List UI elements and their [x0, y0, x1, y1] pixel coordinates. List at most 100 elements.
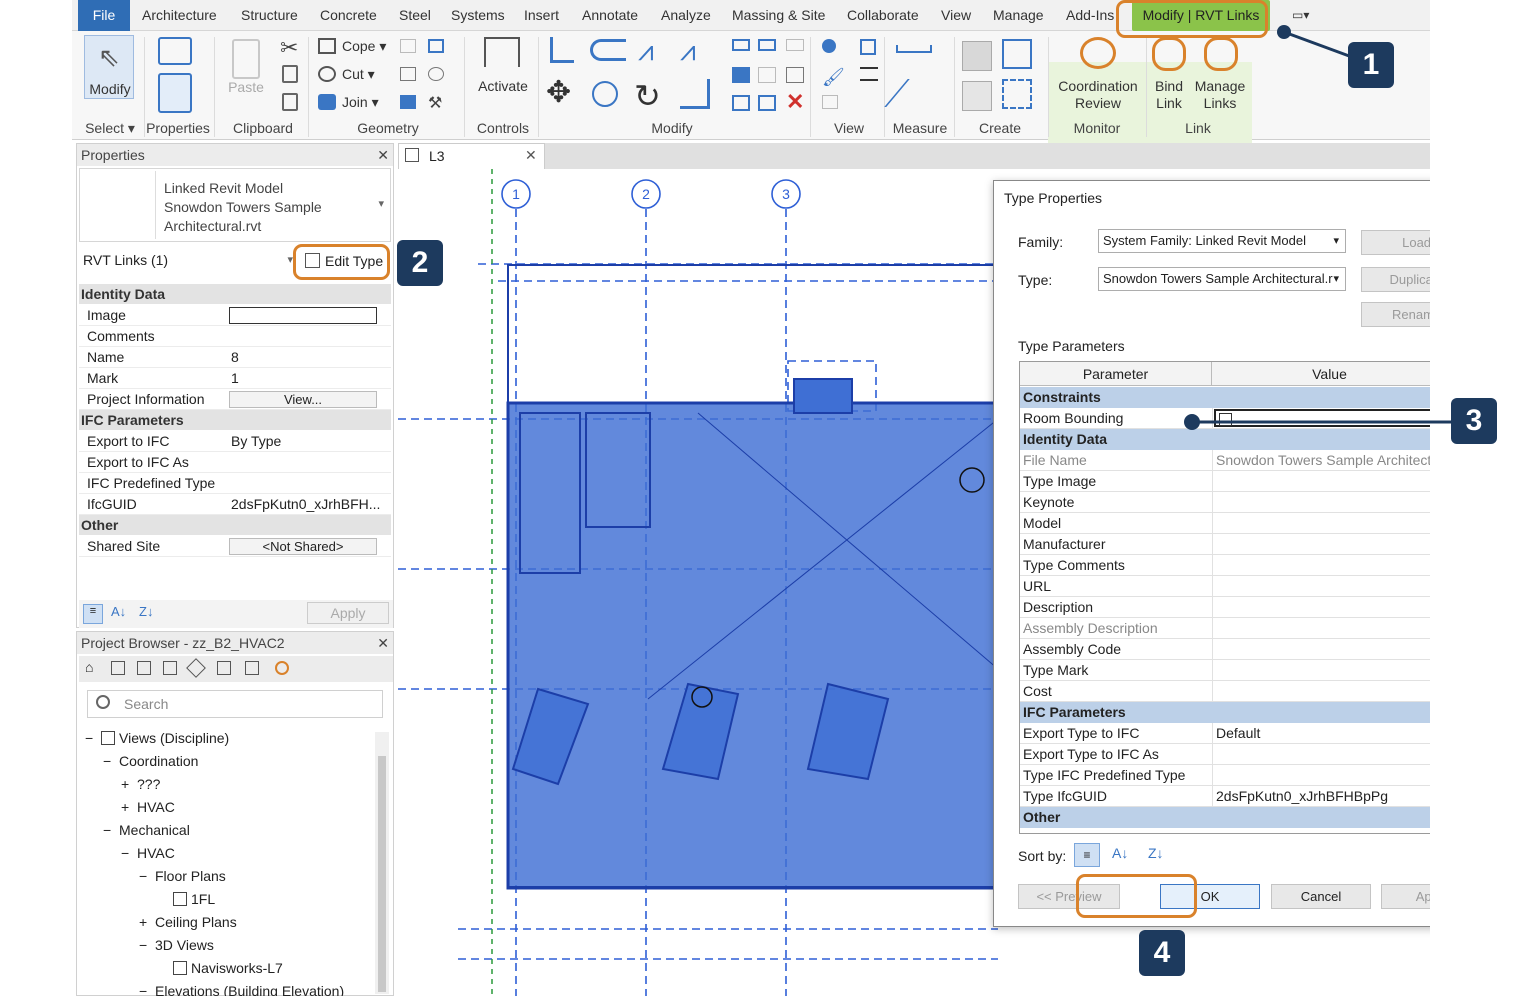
delete-icon[interactable]: ✕ [786, 89, 804, 115]
sort-az-icon[interactable]: A↓ [1112, 845, 1128, 861]
coordination-review-icon[interactable] [1080, 37, 1116, 69]
split-gap-icon[interactable] [758, 39, 776, 51]
tab-concrete[interactable]: Concrete [320, 0, 377, 31]
tree-item[interactable]: − Coordination [103, 753, 198, 769]
parameter-value[interactable]: 2dsFpKutn0_xJrhBFHBpPg [1216, 786, 1430, 806]
copy-element-icon[interactable] [592, 81, 618, 107]
property-row[interactable]: IFC Predefined Type [79, 473, 391, 494]
family-select[interactable]: System Family: Linked Revit Model ▾ [1098, 229, 1346, 253]
parameter-value[interactable]: Default [1216, 723, 1430, 743]
cope-icon[interactable] [318, 38, 336, 54]
sort-category-icon[interactable]: ≡ [1074, 843, 1100, 867]
type-selector[interactable]: Linked Revit Model Snowdon Towers Sample… [79, 168, 391, 242]
tab-structure[interactable]: Structure [241, 0, 298, 31]
manage-links-button[interactable]: Manage Links [1192, 78, 1248, 112]
property-row[interactable]: IfcGUID 2dsFpKutn0_xJrhBFH... [79, 494, 391, 515]
scissors-icon[interactable]: ✂ [280, 35, 298, 61]
parameter-row[interactable]: Export Type to IFC Default [1020, 723, 1430, 744]
unpin-icon[interactable] [786, 39, 804, 51]
trim-multiple-icon[interactable] [732, 95, 750, 111]
parameter-value[interactable]: Snowdon Towers Sample Architectur [1216, 450, 1430, 470]
view-tab-l3[interactable]: L3 ✕ [398, 143, 545, 169]
schedules-icon[interactable] [163, 661, 177, 675]
geometry-tool-icon[interactable] [428, 39, 444, 53]
manage-links-icon[interactable] [1204, 37, 1238, 71]
match-properties-icon[interactable] [282, 93, 298, 111]
expand-toggle-icon[interactable]: + [121, 776, 137, 792]
revit-links-icon[interactable] [275, 661, 289, 675]
apply-button[interactable]: Apply [1381, 884, 1430, 909]
tab-annotate[interactable]: Annotate [582, 0, 638, 31]
tab-steel[interactable]: Steel [399, 0, 431, 31]
cancel-button[interactable]: Cancel [1271, 884, 1371, 909]
rename-button[interactable]: Rename... [1361, 302, 1430, 327]
array-icon[interactable] [732, 67, 750, 83]
parameter-row[interactable]: Type Comments [1020, 555, 1430, 576]
expand-toggle-icon[interactable]: + [121, 799, 137, 815]
parameter-row[interactable]: Cost [1020, 681, 1430, 702]
geometry-tool-icon[interactable] [400, 95, 416, 109]
properties-icon[interactable] [158, 73, 192, 113]
tree-item[interactable]: − Mechanical [103, 822, 190, 838]
section-header[interactable]: Identity Data [79, 284, 391, 304]
parameter-group[interactable]: IFC Parameters⌃ [1020, 702, 1430, 723]
tree-item[interactable]: − Floor Plans [139, 868, 226, 884]
parameter-row[interactable]: Type IfcGUID 2dsFpKutn0_xJrhBFHBpPg [1020, 786, 1430, 807]
scroll-thumb[interactable] [378, 756, 386, 992]
tree-item[interactable]: 1FL [157, 891, 215, 907]
split-icon[interactable] [732, 39, 750, 51]
parameter-row[interactable]: Assembly Code [1020, 639, 1430, 660]
parameter-row[interactable]: Type Mark [1020, 660, 1430, 681]
dimension-icon[interactable] [884, 79, 944, 107]
linework-icon[interactable] [860, 67, 878, 81]
property-value[interactable]: By Type [231, 431, 281, 452]
expand-toggle-icon[interactable]: − [85, 730, 101, 746]
parameter-group[interactable]: Constraints⌃ [1020, 387, 1430, 408]
section-header[interactable]: Other [79, 515, 391, 535]
groups-icon[interactable] [217, 661, 231, 675]
property-row[interactable]: Comments [79, 326, 391, 347]
join-icon[interactable] [318, 94, 336, 110]
mirror-icon[interactable]: ⩘ [638, 35, 654, 68]
property-value[interactable]: 2dsFpKutn0_xJrhBFH... [231, 494, 380, 515]
tab-architecture[interactable]: Architecture [142, 0, 217, 31]
tree-item[interactable]: + HVAC [121, 799, 175, 815]
create-assembly-icon[interactable] [962, 41, 992, 71]
tree-item[interactable]: − Views (Discipline) [85, 730, 229, 746]
trim-extend-icon[interactable] [680, 79, 710, 109]
bind-link-icon[interactable] [1152, 37, 1186, 71]
image-field[interactable] [229, 307, 377, 324]
tab-insert[interactable]: Insert [524, 0, 559, 31]
parameter-group[interactable]: Identity Data⌃ [1020, 429, 1430, 450]
property-value[interactable]: 8 [231, 347, 239, 368]
section-header[interactable]: IFC Parameters [79, 410, 391, 430]
measure-icon[interactable] [896, 45, 932, 53]
geometry-tool-icon[interactable] [400, 39, 416, 53]
property-value[interactable]: 1 [231, 368, 239, 389]
rotate-icon[interactable]: ↻ [634, 77, 661, 115]
parameter-row[interactable]: Assembly Description [1020, 618, 1430, 639]
tab-file[interactable]: File [78, 0, 130, 31]
tab-view[interactable]: View [941, 0, 971, 31]
tree-item[interactable]: − Elevations (Building Elevation) [139, 983, 344, 996]
hide-icon[interactable] [822, 95, 838, 109]
views-icon[interactable] [111, 661, 125, 675]
modify-button[interactable]: ⇖ Modify [84, 35, 134, 99]
home-icon[interactable]: ⌂ [85, 659, 93, 675]
offset-icon[interactable] [590, 39, 626, 61]
expand-toggle-icon[interactable]: − [139, 868, 155, 884]
align-icon[interactable] [550, 37, 574, 63]
parameter-row[interactable]: URL [1020, 576, 1430, 597]
activate-icon[interactable] [484, 37, 520, 67]
scale-icon[interactable] [758, 67, 776, 83]
close-icon[interactable]: ✕ [377, 632, 389, 654]
expand-toggle-icon[interactable]: − [103, 753, 119, 769]
property-row[interactable]: Project Information View... [79, 389, 391, 410]
create-group-icon[interactable] [962, 81, 992, 111]
join-button[interactable]: Join ▾ [342, 94, 379, 111]
parameter-row[interactable]: File Name Snowdon Towers Sample Architect… [1020, 450, 1430, 471]
coordination-review-button[interactable]: Coordination Review [1054, 78, 1142, 112]
parameter-row[interactable]: Export Type to IFC As [1020, 744, 1430, 765]
demolish-hammer-icon[interactable]: ⚒ [428, 93, 442, 113]
search-input[interactable]: Search [87, 690, 383, 718]
